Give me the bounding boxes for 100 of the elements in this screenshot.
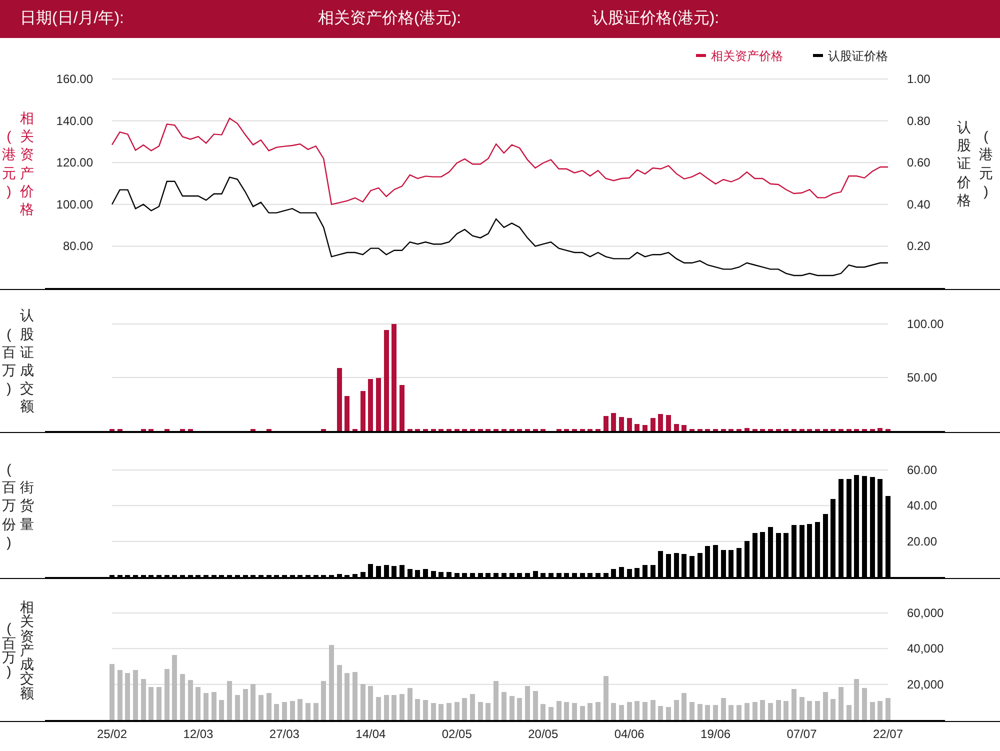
axis-tick-label: 0.40 bbox=[907, 197, 930, 212]
chart-bar bbox=[494, 681, 499, 720]
chart-bar bbox=[486, 703, 491, 720]
axis-tick-label: 0.80 bbox=[907, 114, 930, 128]
chart-bar bbox=[760, 700, 766, 720]
chart-bar bbox=[862, 688, 867, 720]
chart-bar bbox=[478, 702, 483, 720]
axis-unit: (港元) bbox=[2, 127, 16, 200]
axis-tick-label: 25/02 bbox=[96, 727, 128, 741]
axis-tick-label: 80.00 bbox=[62, 239, 93, 254]
chart-bar bbox=[588, 703, 593, 720]
chart-bar bbox=[886, 698, 890, 720]
chart-bar bbox=[524, 686, 530, 720]
axis-tick-label: 27/03 bbox=[269, 727, 300, 741]
chart-bar bbox=[258, 695, 264, 720]
axis-tick-label: 100.00 bbox=[907, 317, 944, 331]
chart-bar bbox=[415, 699, 420, 720]
chart-bar bbox=[133, 670, 138, 720]
chart-bar bbox=[117, 670, 122, 720]
chart-bar bbox=[603, 416, 608, 431]
chart-bar bbox=[682, 425, 687, 431]
chart-bar bbox=[736, 705, 742, 720]
chart-bar bbox=[352, 672, 358, 720]
chart-bar bbox=[814, 701, 820, 720]
chart-bar bbox=[642, 702, 648, 720]
axis-tick-label: 1.00 bbox=[907, 72, 930, 86]
chart-bar bbox=[360, 684, 366, 720]
chart-bar bbox=[846, 705, 852, 720]
legend-label: 认股证价格 bbox=[828, 49, 888, 63]
axis-tick-label: 19/06 bbox=[700, 727, 731, 741]
chart-bar bbox=[540, 704, 546, 720]
axis-title: 相关资产成交额 bbox=[20, 600, 34, 700]
chart-bar bbox=[822, 692, 828, 720]
chart-bar bbox=[878, 701, 883, 720]
chart-bar bbox=[744, 703, 750, 720]
chart-bar bbox=[666, 415, 672, 431]
chart-bar bbox=[776, 700, 781, 720]
chart-bar bbox=[321, 681, 326, 720]
chart-bar bbox=[274, 704, 280, 720]
chart-bar bbox=[125, 673, 130, 720]
axis-tick-label: 02/05 bbox=[442, 727, 472, 741]
axis-tick-label: 40.00 bbox=[907, 498, 938, 513]
chart-bar bbox=[140, 679, 146, 720]
axis-tick-label: 100.00 bbox=[56, 197, 93, 212]
chart-bar bbox=[180, 674, 186, 720]
chart-bar bbox=[532, 691, 538, 720]
axis-tick-label: 40,000 bbox=[907, 642, 944, 656]
chart-bar bbox=[595, 702, 600, 720]
chart-bar bbox=[368, 686, 374, 720]
chart-bar bbox=[392, 695, 397, 720]
chart-bar bbox=[188, 680, 193, 720]
axis-unit: (百万) bbox=[2, 621, 16, 679]
chart-bar bbox=[674, 700, 679, 720]
chart-bar bbox=[548, 707, 554, 720]
chart-bar bbox=[799, 697, 804, 720]
chart-bar bbox=[634, 701, 640, 720]
chart-bar bbox=[830, 699, 836, 720]
chart-bar bbox=[462, 698, 468, 720]
axis-tick-label: 04/06 bbox=[614, 727, 644, 741]
chart-bar bbox=[313, 703, 318, 720]
chart-bar bbox=[211, 692, 216, 720]
chart-bar bbox=[242, 689, 248, 720]
chart-bar bbox=[110, 664, 114, 720]
chart-bar bbox=[384, 695, 389, 720]
chart-bar bbox=[290, 701, 295, 720]
chart-bar bbox=[838, 687, 844, 720]
chart-bar bbox=[619, 705, 624, 720]
chart-bar bbox=[564, 702, 570, 720]
chart-bar bbox=[728, 705, 734, 720]
axis-tick-label: 20/05 bbox=[528, 727, 558, 741]
axis-title: 认股证价格 bbox=[957, 118, 971, 209]
chart-bar bbox=[791, 689, 796, 720]
chart-bar bbox=[196, 687, 201, 720]
chart-bar bbox=[470, 694, 476, 720]
axis-tick-label: 20.00 bbox=[907, 534, 938, 548]
chart-bar bbox=[784, 701, 789, 720]
chart-bar bbox=[344, 673, 350, 720]
axis-title: 相关资产价格 bbox=[20, 108, 34, 218]
chart-bar bbox=[446, 703, 452, 720]
chart-bar bbox=[172, 655, 178, 720]
chart-bar bbox=[768, 703, 773, 720]
axis-tick-label: 140.00 bbox=[56, 114, 93, 128]
axis-unit: (百万) bbox=[2, 324, 16, 398]
chart-bar bbox=[878, 428, 883, 431]
chart-bar bbox=[344, 396, 350, 431]
chart-bar bbox=[204, 693, 209, 720]
chart-bar bbox=[697, 704, 702, 720]
axis-tick-label: 160.00 bbox=[56, 72, 93, 86]
chart-bar bbox=[619, 417, 624, 431]
chart-bar bbox=[658, 706, 664, 720]
axis-unit: (港元) bbox=[979, 127, 993, 200]
chart-bar bbox=[705, 705, 710, 720]
chart-bar bbox=[407, 688, 412, 720]
axis-title: 街货量 bbox=[20, 478, 34, 533]
axis-tick-label: 60.00 bbox=[907, 463, 938, 477]
chart-bar bbox=[400, 694, 405, 720]
chart-bar bbox=[752, 702, 758, 720]
chart-bar bbox=[744, 428, 750, 431]
chart-bar bbox=[376, 697, 381, 720]
chart-bar bbox=[658, 414, 664, 431]
